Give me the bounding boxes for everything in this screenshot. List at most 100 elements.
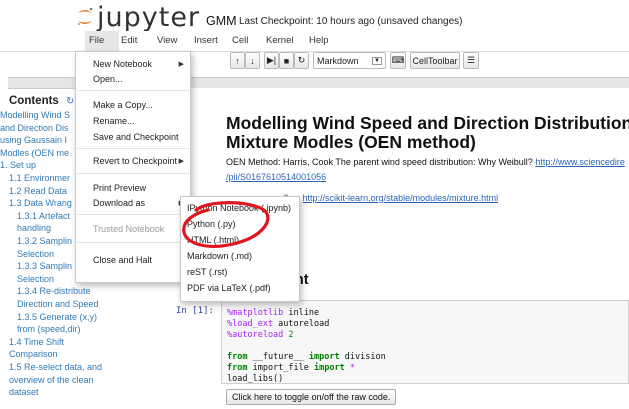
- toc-item[interactable]: 1.3.5 Generate (x,y): [17, 312, 97, 322]
- menu-kernel[interactable]: Kernel: [266, 35, 293, 46]
- menu-item-close-halt[interactable]: Close and Halt: [93, 255, 152, 265]
- toc-item[interactable]: Selection: [17, 274, 54, 284]
- code-text: autoreload: [273, 319, 330, 329]
- toc-item[interactable]: 1.4 Time Shift: [9, 337, 64, 347]
- toc-item[interactable]: from (speed,dir): [17, 324, 81, 334]
- menu-item-print-preview[interactable]: Print Preview: [93, 183, 146, 193]
- toc-item[interactable]: Comparison: [9, 349, 58, 359]
- notebook-heading: Modelling Wind Speed and Direction Distr…: [226, 114, 629, 152]
- checkpoint-status: Last Checkpoint: 10 hours ago (unsaved c…: [239, 16, 463, 27]
- menu-file[interactable]: File: [89, 35, 104, 46]
- toc-item[interactable]: 1.3.2 Samplin: [17, 236, 72, 246]
- refresh-icon: ↻: [297, 55, 306, 65]
- download-rst[interactable]: reST (.rst): [187, 267, 227, 277]
- menu-item-new-notebook[interactable]: New Notebook: [93, 59, 152, 69]
- code-text: division: [339, 352, 386, 362]
- oen-link[interactable]: http://www.sciencedire: [535, 157, 625, 167]
- oen-paragraph: OEN Method: Harris, Cook The parent wind…: [226, 157, 625, 167]
- stop-icon: ■: [283, 55, 290, 66]
- oen-text: OEN Method: Harris, Cook The parent wind…: [226, 157, 533, 167]
- code-magic: %autoreload: [227, 330, 284, 340]
- toc-item[interactable]: Selection: [17, 249, 54, 259]
- toc-item[interactable]: 1.1 Environmer: [9, 173, 70, 183]
- code-text: import_file: [247, 363, 315, 373]
- toc-item[interactable]: 1.3.3 Samplin: [17, 261, 72, 271]
- restart-button[interactable]: ↻: [294, 52, 309, 69]
- menu-view[interactable]: View: [157, 35, 177, 46]
- toc-item[interactable]: 1.3 Data Wrang: [9, 198, 72, 208]
- code-text: load_libs(): [227, 374, 284, 384]
- toc-title: Contents: [9, 95, 59, 107]
- download-md[interactable]: Markdown (.md): [187, 251, 252, 261]
- menu-insert[interactable]: Insert: [194, 35, 218, 46]
- code-text: __future__: [247, 352, 309, 362]
- move-up-button[interactable]: ↑: [230, 52, 245, 69]
- toc-toggle-button[interactable]: ☰: [463, 52, 479, 69]
- toc-item[interactable]: 1.3.1 Artefact: [17, 211, 70, 221]
- toc-item[interactable]: overview of the clean: [9, 375, 94, 385]
- toc-item[interactable]: Direction and Speed: [17, 299, 99, 309]
- menu-cell[interactable]: Cell: [232, 35, 248, 46]
- menu-divider: [77, 90, 189, 91]
- input-prompt: In [1]:: [176, 306, 214, 316]
- code-number: 2: [283, 330, 294, 340]
- refresh-icon[interactable]: ↻: [66, 96, 74, 107]
- menubar: File Edit View Insert Cell Kernel Help: [0, 31, 629, 52]
- file-menu-dropdown: New Notebook ▶ Open... Make a Copy... Re…: [75, 51, 191, 283]
- code-keyword: from: [227, 352, 248, 362]
- code-keyword: import: [308, 352, 340, 362]
- menu-item-make-copy[interactable]: Make a Copy...: [93, 100, 153, 110]
- arrow-down-icon: ↓: [250, 55, 255, 66]
- jupyter-logo-text[interactable]: jupyter: [97, 2, 200, 33]
- code-magic: %matplotlib: [227, 308, 284, 318]
- oen-link-continued: /pii/S0167610514001056: [226, 172, 326, 182]
- mixture-paragraph: odles, http://scikit-learn.org/stable/mo…: [276, 193, 498, 203]
- mixture-link[interactable]: http://scikit-learn.org/stable/modules/m…: [303, 193, 499, 203]
- download-pdf[interactable]: PDF via LaTeX (.pdf): [187, 283, 271, 293]
- menu-item-save-checkpoint[interactable]: Save and Checkpoint: [93, 132, 179, 142]
- menu-help[interactable]: Help: [309, 35, 329, 46]
- toggle-raw-code-button[interactable]: Click here to toggle on/off the raw code…: [226, 389, 397, 405]
- toc-item[interactable]: 1.2 Read Data: [9, 186, 67, 196]
- menu-item-rename[interactable]: Rename...: [93, 116, 135, 126]
- keyboard-icon: ⌨: [391, 55, 405, 65]
- toc-item[interactable]: Modelling Wind S: [0, 110, 70, 120]
- jupyter-logo-icon: [78, 7, 93, 25]
- code-cell[interactable]: %matplotlib inline %load_ext autoreload …: [221, 300, 629, 384]
- command-palette-button[interactable]: ⌨: [390, 52, 406, 69]
- menu-divider: [77, 242, 189, 243]
- toc-item[interactable]: handling: [17, 223, 51, 233]
- toc-item[interactable]: Modles (OEN me: [0, 148, 69, 158]
- caret-right-icon: ▶: [178, 158, 184, 165]
- celltoolbar-button[interactable]: CellToolbar: [410, 52, 460, 69]
- menu-divider: [77, 148, 189, 149]
- menu-item-revert-checkpoint[interactable]: Revert to Checkpoint: [93, 156, 177, 166]
- menu-divider: [77, 173, 189, 174]
- menu-item-trusted-notebook[interactable]: Trusted Notebook: [93, 224, 164, 234]
- heading-line-2: Mixture Modles (OEN method): [226, 132, 476, 152]
- code-text: inline: [283, 308, 320, 318]
- cell-type-select[interactable]: Markdown ▼: [313, 52, 386, 69]
- chevron-down-icon: ▼: [372, 56, 382, 65]
- toc-item[interactable]: using Gaussain I: [0, 135, 67, 145]
- move-down-button[interactable]: ↓: [245, 52, 260, 69]
- code-magic: %load_ext: [227, 319, 274, 329]
- interrupt-button[interactable]: ■: [279, 52, 294, 69]
- caret-right-icon: ▶: [178, 61, 184, 68]
- notebook-name[interactable]: GMM: [206, 14, 237, 28]
- menu-item-download-as[interactable]: Download as: [93, 198, 145, 208]
- cell-type-value: Markdown: [317, 55, 359, 66]
- toc-item[interactable]: and Direction Dis: [0, 123, 69, 133]
- code-keyword: from: [227, 363, 248, 373]
- menu-item-open[interactable]: Open...: [93, 74, 123, 84]
- red-annotation-circle: [182, 201, 270, 248]
- toc-item[interactable]: 1.3.4 Re-distribute: [17, 286, 91, 296]
- menu-edit[interactable]: Edit: [121, 35, 137, 46]
- oen-link-2[interactable]: /pii/S0167610514001056: [226, 172, 326, 182]
- toc-item[interactable]: 1.5 Re-select data, and: [9, 362, 102, 372]
- list-icon: ☰: [466, 55, 476, 65]
- run-cell-button[interactable]: ▶|: [264, 52, 279, 69]
- toc-item[interactable]: dataset: [9, 387, 39, 397]
- toc-item[interactable]: 1. Set up: [0, 160, 36, 170]
- step-forward-icon: ▶|: [266, 55, 277, 65]
